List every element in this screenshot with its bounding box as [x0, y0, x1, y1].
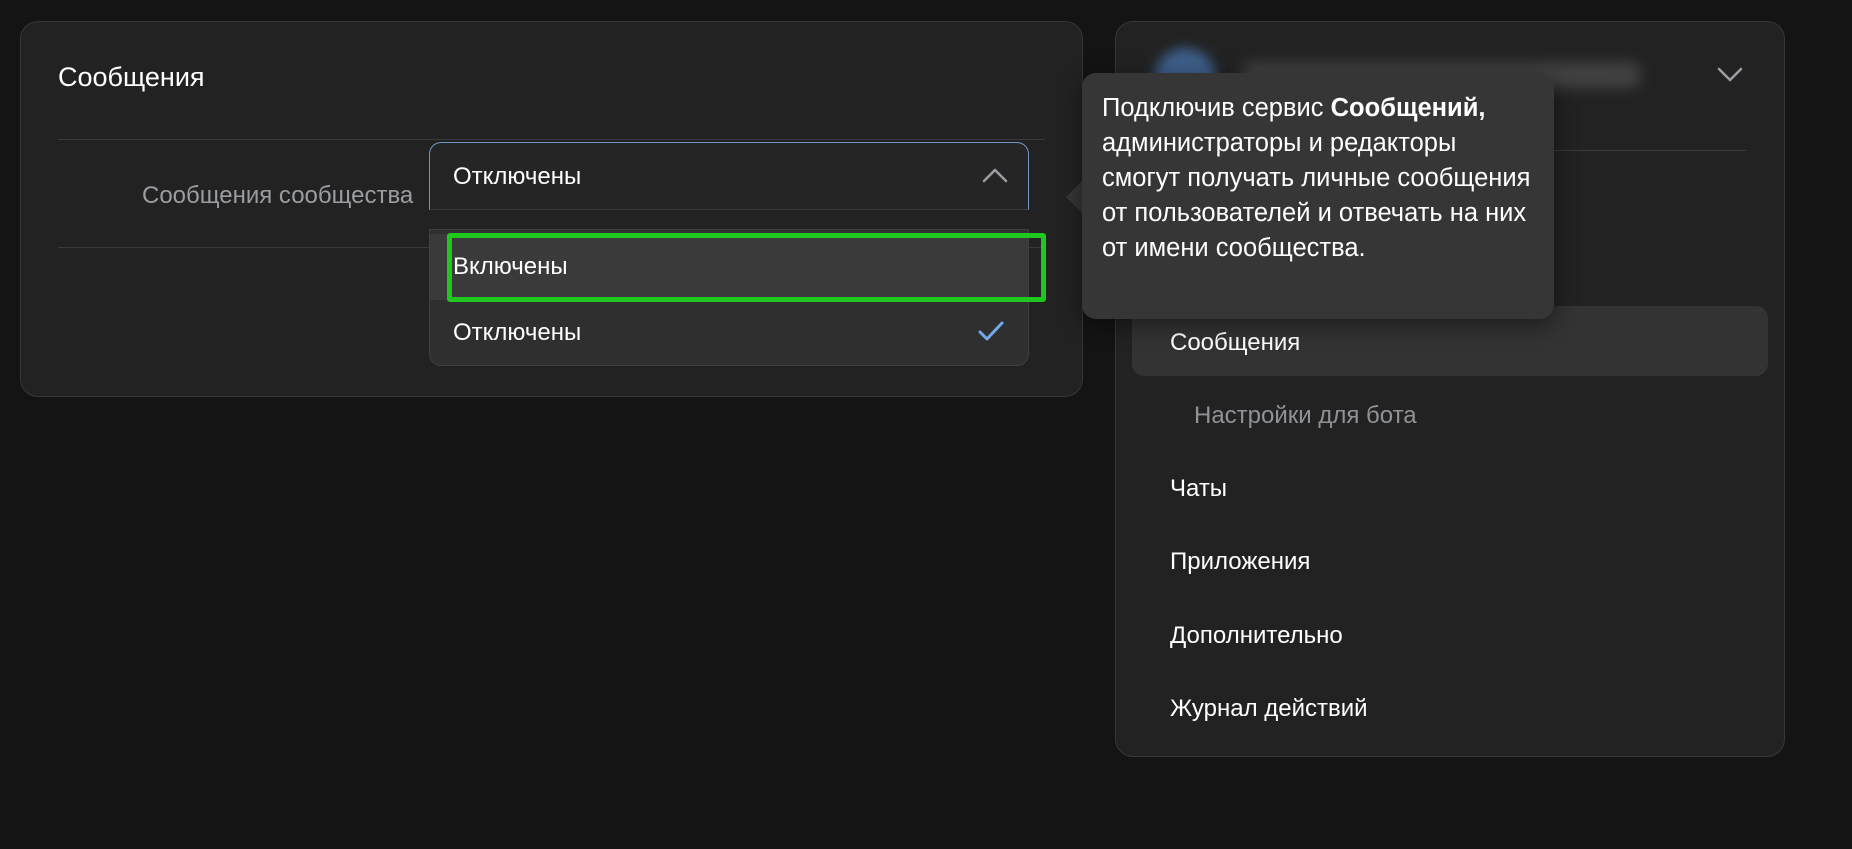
tooltip-arrow — [1066, 180, 1083, 214]
sidebar-item-label: Сообщения — [1170, 329, 1301, 356]
sidebar-item-action-log[interactable]: Журнал действий — [1132, 672, 1768, 742]
chevron-down-icon[interactable] — [1716, 65, 1744, 83]
sidebar-item-label: Приложения — [1170, 548, 1311, 575]
tooltip-text-prefix: Подключив сервис — [1102, 94, 1331, 122]
option-label: Отключены — [453, 319, 582, 346]
card-title: Сообщения — [58, 62, 205, 92]
sidebar-item-apps[interactable]: Приложения — [1132, 525, 1768, 595]
sidebar-item-additional[interactable]: Дополнительно — [1132, 599, 1768, 669]
sidebar-item-bot-settings[interactable]: Настройки для бота — [1132, 379, 1768, 449]
messages-status-select[interactable]: Отключены — [429, 142, 1029, 210]
tooltip-text-suffix: администраторы и редакторы смогут получа… — [1102, 129, 1531, 262]
select-current-value: Отключены — [453, 163, 582, 190]
checkmark-icon — [978, 321, 1004, 341]
tooltip-text-bold: Сообщений, — [1330, 94, 1486, 122]
chevron-up-icon — [982, 168, 1008, 183]
sidebar-item-label: Дополнительно — [1170, 622, 1343, 649]
sidebar-item-chats[interactable]: Чаты — [1132, 452, 1768, 522]
title-divider — [58, 139, 1045, 140]
sidebar-item-label: Настройки для бота — [1194, 402, 1417, 429]
sidebar-item-label: Журнал действий — [1170, 695, 1368, 722]
community-messages-label: Сообщения сообщества — [142, 182, 414, 209]
messages-info-tooltip: Подключив сервис Сообщений, администрато… — [1082, 73, 1554, 319]
option-highlight-box — [447, 233, 1046, 302]
option-disabled[interactable]: Отключены — [430, 300, 1028, 366]
sidebar-item-label: Чаты — [1170, 475, 1228, 502]
